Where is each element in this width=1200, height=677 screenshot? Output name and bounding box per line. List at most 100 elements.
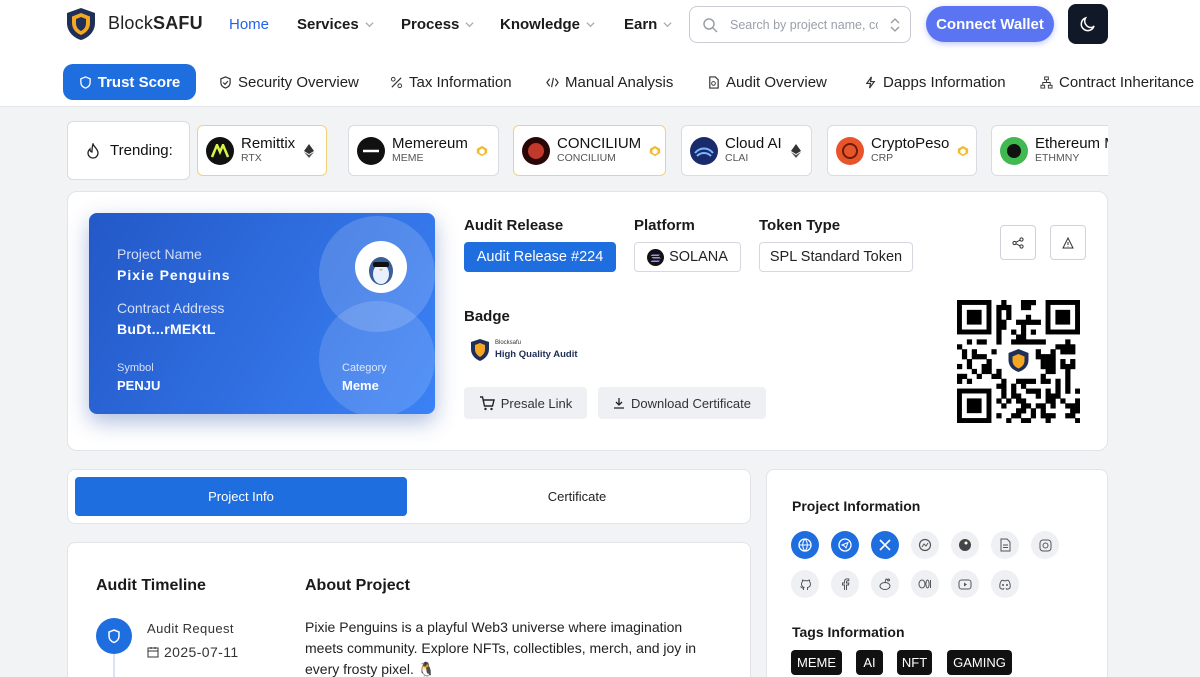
project-symbol: PENJU bbox=[117, 378, 161, 393]
platform-label: Platform bbox=[634, 217, 695, 234]
nav-services[interactable]: Services bbox=[297, 16, 374, 33]
trending-item-memereum[interactable]: Memereum MEME bbox=[348, 125, 499, 176]
platform-badge: SOLANA bbox=[634, 242, 741, 272]
nav-knowledge[interactable]: Knowledge bbox=[500, 16, 595, 33]
trending-item-cryptopeso[interactable]: CryptoPeso CRP bbox=[827, 125, 977, 176]
moon-icon bbox=[1080, 16, 1095, 32]
coinmarketcap-icon bbox=[918, 538, 932, 552]
download-icon bbox=[614, 398, 625, 409]
trending-item-ethereum-money[interactable]: Ethereum METHMNY bbox=[991, 125, 1108, 176]
shield-icon bbox=[79, 75, 91, 89]
medium-icon bbox=[918, 579, 931, 589]
audit-release-button[interactable]: Audit Release #224 bbox=[464, 242, 616, 272]
ethereum-money-logo bbox=[1000, 136, 1028, 165]
chevron-down-icon bbox=[586, 22, 595, 28]
project-category: Meme bbox=[342, 378, 379, 393]
website-link[interactable] bbox=[791, 531, 819, 559]
trending-item-cloud-ai[interactable]: Cloud AI CLAI bbox=[681, 125, 812, 176]
telegram-link[interactable] bbox=[831, 531, 859, 559]
globe-icon bbox=[798, 538, 812, 552]
share-icon bbox=[1012, 236, 1024, 249]
shield-icon bbox=[108, 628, 120, 643]
share-button[interactable] bbox=[1000, 225, 1036, 260]
concilium-logo bbox=[522, 136, 550, 165]
facebook-link[interactable] bbox=[831, 570, 859, 598]
search-input[interactable]: Search by project name, contract address… bbox=[689, 6, 911, 43]
audit-timeline-title: Audit Timeline bbox=[96, 577, 206, 594]
tag-ai[interactable]: AI bbox=[856, 650, 883, 675]
code-icon bbox=[546, 77, 559, 88]
tab-dapps-information[interactable]: Dapps Information bbox=[864, 74, 1006, 91]
tab-security-overview[interactable]: Security Overview bbox=[219, 74, 359, 91]
token-type-badge: SPL Standard Token bbox=[759, 242, 913, 272]
project-name: Pixie Penguins bbox=[117, 267, 231, 283]
x-twitter-link[interactable] bbox=[871, 531, 899, 559]
report-button[interactable] bbox=[1050, 225, 1086, 260]
cart-icon bbox=[479, 395, 495, 410]
x-icon bbox=[879, 539, 891, 551]
reddit-icon bbox=[879, 577, 891, 590]
chevron-down-icon bbox=[465, 22, 474, 28]
nav-earn[interactable]: Earn bbox=[624, 16, 672, 33]
hierarchy-icon bbox=[1040, 76, 1053, 89]
tab-tax-information[interactable]: Tax Information bbox=[390, 74, 512, 91]
cryptopeso-logo bbox=[836, 136, 864, 165]
contract-address[interactable]: BuDt...rMEKtL bbox=[117, 321, 216, 337]
tag-gaming[interactable]: GAMING bbox=[947, 650, 1012, 675]
nav-home[interactable]: Home bbox=[229, 16, 269, 33]
quality-badge[interactable]: Blocksafu High Quality Audit bbox=[468, 336, 598, 366]
document-search-icon bbox=[709, 76, 719, 89]
download-certificate-button[interactable]: Download Certificate bbox=[598, 387, 766, 419]
calendar-icon bbox=[147, 647, 159, 658]
blocksafu-shield-icon bbox=[471, 339, 489, 361]
github-link[interactable] bbox=[791, 570, 819, 598]
chevron-down-icon bbox=[663, 22, 672, 28]
bnb-icon bbox=[476, 145, 488, 156]
tag-meme[interactable]: MEME bbox=[791, 650, 842, 675]
project-identity-card: Project Name Pixie Penguins Contract Add… bbox=[89, 213, 435, 414]
trending-item-remittix[interactable]: Remittix RTX bbox=[197, 125, 327, 176]
whitepaper-link[interactable] bbox=[991, 531, 1019, 559]
github-icon bbox=[799, 578, 811, 590]
timeline-step-label: Audit Request bbox=[147, 621, 234, 636]
tab-trust-score[interactable]: Trust Score bbox=[63, 64, 196, 100]
bnb-icon bbox=[958, 145, 969, 156]
theme-toggle-button[interactable] bbox=[1068, 4, 1108, 44]
chevron-down-icon bbox=[365, 22, 374, 28]
tab-manual-analysis[interactable]: Manual Analysis bbox=[546, 74, 673, 91]
instagram-icon bbox=[1039, 539, 1051, 551]
presale-link-button[interactable]: Presale Link bbox=[464, 387, 587, 419]
youtube-link[interactable] bbox=[951, 570, 979, 598]
project-avatar bbox=[355, 241, 407, 293]
sort-arrows-icon[interactable] bbox=[889, 17, 901, 33]
blocksafu-logo[interactable] bbox=[65, 7, 97, 41]
tab-audit-overview[interactable]: Audit Overview bbox=[707, 74, 827, 91]
timeline-step-marker bbox=[96, 618, 132, 654]
tag-nft[interactable]: NFT bbox=[897, 650, 932, 675]
tab-certificate[interactable]: Certificate bbox=[407, 477, 747, 516]
discord-icon bbox=[999, 579, 1011, 590]
reddit-link[interactable] bbox=[871, 570, 899, 598]
trending-item-concilium[interactable]: CONCILIUM CONCILIUM bbox=[513, 125, 666, 176]
search-icon bbox=[703, 18, 718, 33]
search-placeholder: Search by project name, contract address… bbox=[730, 18, 878, 32]
facebook-icon bbox=[842, 577, 850, 590]
instagram-link[interactable] bbox=[1031, 531, 1059, 559]
cloud-ai-logo bbox=[690, 136, 718, 165]
bnb-icon bbox=[650, 145, 661, 156]
connect-wallet-button[interactable]: Connect Wallet bbox=[926, 6, 1054, 42]
medium-link[interactable] bbox=[911, 570, 939, 598]
brand-name[interactable]: BlockSAFU bbox=[108, 13, 203, 34]
coinmarketcap-link[interactable] bbox=[911, 531, 939, 559]
tab-project-info[interactable]: Project Info bbox=[75, 477, 407, 516]
tab-contract-inheritance[interactable]: Contract Inheritance bbox=[1040, 74, 1194, 91]
ethereum-icon bbox=[304, 143, 315, 158]
project-information-title: Project Information bbox=[792, 498, 921, 514]
youtube-icon bbox=[958, 579, 972, 589]
coingecko-link[interactable] bbox=[951, 531, 979, 559]
nav-process[interactable]: Process bbox=[401, 16, 474, 33]
discord-link[interactable] bbox=[991, 570, 1019, 598]
trending-label: Trending: bbox=[67, 121, 190, 180]
tags-information-title: Tags Information bbox=[792, 624, 905, 640]
ethereum-icon bbox=[790, 143, 801, 158]
